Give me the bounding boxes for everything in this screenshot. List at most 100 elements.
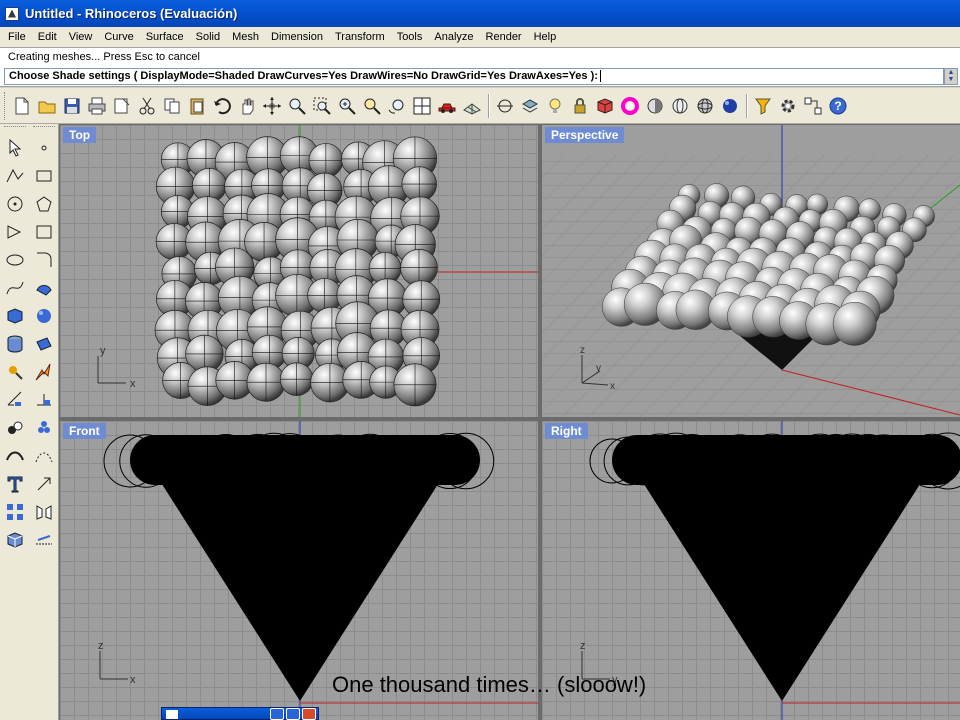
- explode-icon[interactable]: [30, 358, 58, 386]
- viewport-label-top[interactable]: Top: [63, 127, 97, 143]
- viewport-top[interactable]: Top y x: [60, 125, 538, 417]
- rhino-app-icon[interactable]: [5, 6, 19, 21]
- standard-toolbar: ?: [0, 88, 960, 124]
- polygon-icon[interactable]: [30, 190, 58, 218]
- dimension-icon[interactable]: [1, 386, 29, 414]
- ghosted-sphere-icon[interactable]: [693, 94, 717, 118]
- zoom-extents-icon[interactable]: [335, 94, 359, 118]
- select-filter-icon[interactable]: [751, 94, 775, 118]
- analyze-icon[interactable]: [30, 526, 58, 554]
- wireframe-sphere-icon[interactable]: [668, 94, 692, 118]
- curve-from-object-icon[interactable]: [1, 442, 29, 470]
- block-icon[interactable]: [1, 526, 29, 554]
- menu-solid[interactable]: Solid: [190, 31, 226, 43]
- mirror-icon[interactable]: [30, 498, 58, 526]
- viewport-label-front[interactable]: Front: [63, 423, 106, 439]
- toolbar-grip[interactable]: [4, 126, 26, 132]
- surface-icon[interactable]: [30, 274, 58, 302]
- save-icon[interactable]: [60, 94, 84, 118]
- polyline-icon[interactable]: [1, 162, 29, 190]
- menu-tools[interactable]: Tools: [391, 31, 429, 43]
- mesh-tools-icon[interactable]: [1, 358, 29, 386]
- options-gear-icon[interactable]: [776, 94, 800, 118]
- open-folder-icon[interactable]: [35, 94, 59, 118]
- sphere-row-front: [103, 432, 495, 490]
- osnap-icon[interactable]: [493, 94, 517, 118]
- undo-view-icon[interactable]: [385, 94, 409, 118]
- projection-cone: [160, 481, 440, 701]
- paste-icon[interactable]: [185, 94, 209, 118]
- axis-label-x: x: [130, 674, 136, 686]
- extrude-icon[interactable]: [30, 330, 58, 358]
- undo-icon[interactable]: [210, 94, 234, 118]
- print-icon[interactable]: [85, 94, 109, 118]
- text-icon[interactable]: [1, 470, 29, 498]
- rendered-sphere-icon[interactable]: [718, 94, 742, 118]
- menu-surface[interactable]: Surface: [140, 31, 190, 43]
- object-color-icon[interactable]: [593, 94, 617, 118]
- point-icon[interactable]: [30, 134, 58, 162]
- cylinder-icon[interactable]: [1, 330, 29, 358]
- maximize-button[interactable]: [286, 707, 300, 720]
- circle-icon[interactable]: [1, 190, 29, 218]
- toolbar-grip[interactable]: [33, 126, 55, 132]
- layer-icon[interactable]: [518, 94, 542, 118]
- lock-icon[interactable]: [568, 94, 592, 118]
- toolbar-separator: [746, 93, 748, 118]
- sphere-icon[interactable]: [30, 302, 58, 330]
- menu-edit[interactable]: Edit: [32, 31, 63, 43]
- menu-curve[interactable]: Curve: [98, 31, 139, 43]
- command-input[interactable]: Choose Shade settings ( DisplayMode=Shad…: [4, 68, 944, 85]
- toolbar-layout-icon[interactable]: [801, 94, 825, 118]
- shade-car-icon[interactable]: [435, 94, 459, 118]
- ellipse-icon[interactable]: [1, 246, 29, 274]
- offset-curve-icon[interactable]: [30, 442, 58, 470]
- viewport-label-perspective[interactable]: Perspective: [545, 127, 625, 143]
- menu-help[interactable]: Help: [528, 31, 563, 43]
- rectangle-corner-icon[interactable]: [30, 218, 58, 246]
- shade-mode-icon[interactable]: [643, 94, 667, 118]
- new-file-icon[interactable]: [10, 94, 34, 118]
- close-button[interactable]: [302, 707, 316, 720]
- group-icon[interactable]: [1, 414, 29, 442]
- trim-icon[interactable]: [30, 386, 58, 414]
- light-bulb-icon[interactable]: [543, 94, 567, 118]
- curve-icon[interactable]: [1, 274, 29, 302]
- box-solid-icon[interactable]: [1, 302, 29, 330]
- minimized-window-titlebar[interactable]: [161, 707, 319, 720]
- menu-analyze[interactable]: Analyze: [428, 31, 479, 43]
- fillet-icon[interactable]: [30, 246, 58, 274]
- menu-dimension[interactable]: Dimension: [265, 31, 329, 43]
- text-caret: [599, 70, 601, 83]
- command-scroll-arrows[interactable]: ▲ ▼: [944, 68, 958, 85]
- toolbar-grip[interactable]: [4, 91, 7, 120]
- four-viewports-icon[interactable]: [410, 94, 434, 118]
- menu-file[interactable]: File: [2, 31, 32, 43]
- pan-hand-icon[interactable]: [235, 94, 259, 118]
- color-wheel-icon[interactable]: [618, 94, 642, 118]
- move-icon[interactable]: [30, 470, 58, 498]
- cut-icon[interactable]: [135, 94, 159, 118]
- viewport-perspective[interactable]: Perspective z y x: [542, 125, 960, 417]
- menu-transform[interactable]: Transform: [329, 31, 391, 43]
- boolean-icon[interactable]: [30, 414, 58, 442]
- arc-icon[interactable]: [1, 218, 29, 246]
- array-icon[interactable]: [1, 498, 29, 526]
- select-arrow-icon[interactable]: [1, 134, 29, 162]
- minimize-button[interactable]: [270, 707, 284, 720]
- axis-label-x: x: [130, 378, 136, 390]
- menu-mesh[interactable]: Mesh: [226, 31, 265, 43]
- rotate-view-icon[interactable]: [260, 94, 284, 118]
- copy-icon[interactable]: [160, 94, 184, 118]
- render-grid-icon[interactable]: [460, 94, 484, 118]
- zoom-selected-icon[interactable]: [360, 94, 384, 118]
- zoom-dynamic-icon[interactable]: [285, 94, 309, 118]
- sphere-row-right: [589, 432, 960, 490]
- viewport-label-right[interactable]: Right: [545, 423, 588, 439]
- zoom-window-icon[interactable]: [310, 94, 334, 118]
- menu-render[interactable]: Render: [480, 31, 528, 43]
- rectangle-icon[interactable]: [30, 162, 58, 190]
- menu-view[interactable]: View: [63, 31, 99, 43]
- help-icon[interactable]: ?: [826, 94, 850, 118]
- properties-icon[interactable]: [110, 94, 134, 118]
